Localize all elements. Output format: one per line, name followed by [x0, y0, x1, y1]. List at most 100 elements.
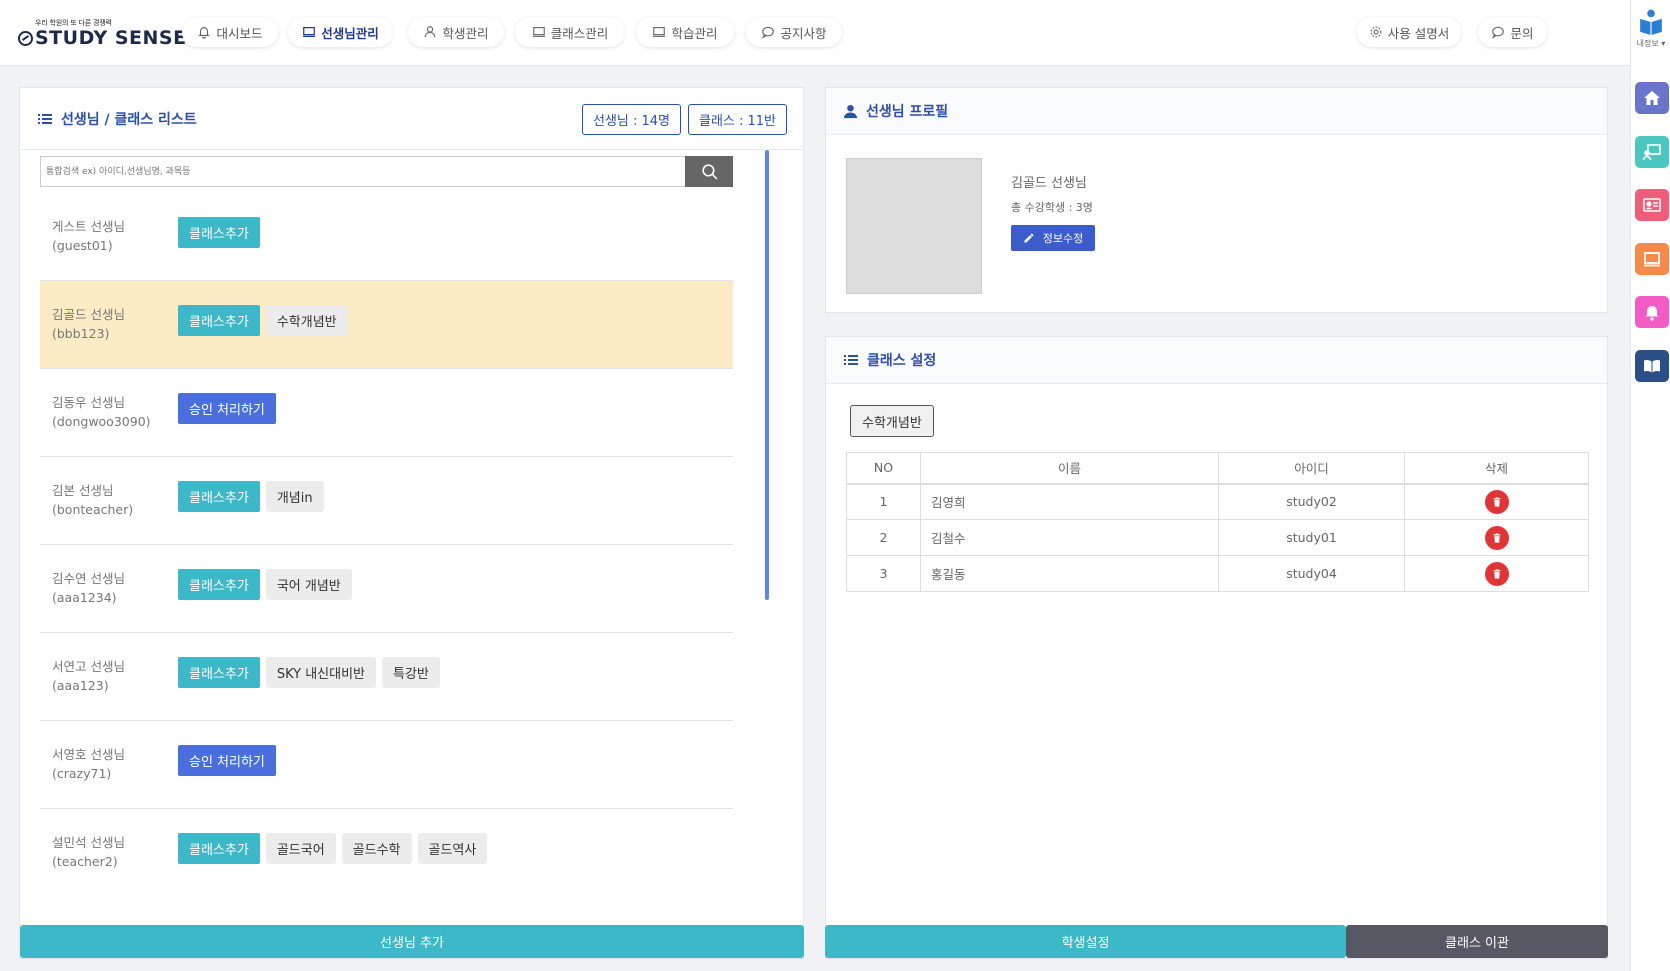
add-teacher-button[interactable]: 선생님 추가 — [20, 925, 804, 958]
search-button[interactable] — [685, 156, 733, 187]
teacher-row[interactable]: 게스트 선생님 (guest01) 클래스추가 — [40, 193, 733, 281]
manual-button[interactable]: 사용 설명서 — [1357, 17, 1461, 47]
class-chip[interactable]: 개념in — [265, 481, 324, 512]
teacher-id: (bonteacher) — [52, 502, 134, 517]
teacher-list-panel: 선생님 / 클래스 리스트 선생님 : 14명 클래스 : 11반 게스트 선생… — [19, 87, 804, 959]
teacher-name: 김본 선생님 — [52, 483, 114, 498]
nav-dashboard[interactable]: 대시보드 — [182, 17, 278, 47]
table-row: 2 김철수 study01 — [846, 519, 1589, 556]
teacher-name: 게스트 선생님 — [52, 219, 125, 234]
class-count-badge[interactable]: 클래스 : 11반 — [688, 104, 787, 135]
monitor-icon — [303, 27, 316, 37]
bell-icon — [198, 27, 211, 39]
add-class-button[interactable]: 클래스추가 — [178, 481, 260, 512]
teacher-row[interactable]: 김본 선생님 (bonteacher) 클래스추가 개념in — [40, 457, 733, 545]
teacher-row[interactable]: 김수연 선생님 (aaa1234) 클래스추가 국어 개념반 — [40, 545, 733, 633]
row-name: 홍길동 — [920, 555, 1219, 592]
quick-home-button[interactable] — [1635, 82, 1669, 114]
class-chip[interactable]: 국어 개념반 — [265, 569, 352, 600]
quick-class-button[interactable] — [1635, 243, 1669, 275]
id-card-icon — [1643, 198, 1661, 212]
row-name: 김영희 — [920, 483, 1219, 520]
teacher-row[interactable]: 설민석 선생님 (teacher2) 클래스추가 골드국어 골드수학 골드역사 — [40, 809, 733, 869]
teacher-board-icon — [1642, 144, 1661, 161]
teacher-profile-panel: 선생님 프로필 김골드 선생님 총 수강학생 : 3명 정보수정 — [825, 87, 1608, 313]
nav-class-management[interactable]: 클래스관리 — [515, 17, 625, 47]
logo-mark-icon — [18, 30, 33, 46]
edit-info-button[interactable]: 정보수정 — [1011, 225, 1095, 251]
brand-name: STUDY SENSE — [35, 27, 187, 49]
col-no: NO — [846, 452, 921, 485]
nav-notices[interactable]: 공지사항 — [746, 17, 842, 47]
class-chip[interactable]: 골드역사 — [417, 833, 488, 864]
screen-icon — [1644, 252, 1660, 267]
col-delete: 삭제 — [1404, 452, 1589, 485]
quick-student-button[interactable] — [1635, 189, 1669, 221]
teacher-row[interactable]: 서영호 선생님 (crazy71) 승인 처리하기 — [40, 721, 733, 809]
teacher-name: 설민석 선생님 — [52, 835, 125, 850]
class-chip[interactable]: SKY 내신대비반 — [265, 657, 376, 688]
approve-button[interactable]: 승인 처리하기 — [178, 393, 276, 424]
table-row: 3 홍길동 study04 — [846, 555, 1589, 592]
list-scrollbar[interactable] — [765, 150, 769, 600]
add-class-button[interactable]: 클래스추가 — [178, 217, 260, 248]
logo[interactable]: 우리 학원의 또 다른 경쟁력 STUDY SENSE — [18, 18, 187, 48]
teacher-name: 서연고 선생님 — [52, 659, 125, 674]
teacher-count-badge[interactable]: 선생님 : 14명 — [582, 104, 681, 135]
quick-learning-button[interactable] — [1635, 350, 1669, 382]
teacher-name-block: 김골드 선생님 (bbb123) — [52, 305, 125, 343]
nav-class-management-label: 클래스관리 — [550, 25, 609, 41]
quick-teacher-button[interactable] — [1635, 136, 1669, 168]
my-info-label: 내정보 — [1636, 39, 1659, 48]
manual-button-label: 사용 설명서 — [1387, 25, 1450, 41]
add-class-button[interactable]: 클래스추가 — [178, 833, 260, 864]
teacher-row[interactable]: 서연고 선생님 (aaa123) 클래스추가 SKY 내신대비반 특강반 — [40, 633, 733, 721]
nav-learning-management[interactable]: 학습관리 — [636, 17, 734, 47]
delete-student-button[interactable] — [1484, 525, 1509, 550]
teacher-row[interactable]: 김동우 선생님 (dongwoo3090) 승인 처리하기 — [40, 369, 733, 457]
nav-notices-label: 공지사항 — [780, 25, 827, 41]
row-id: study02 — [1218, 483, 1405, 520]
teacher-name: 서영호 선생님 — [52, 747, 125, 762]
teacher-row-selected[interactable]: 김골드 선생님 (bbb123) 클래스추가 수학개념반 — [40, 281, 733, 369]
search-input[interactable] — [41, 157, 681, 186]
class-chip[interactable]: 골드수학 — [341, 833, 412, 864]
row-delete-cell — [1404, 519, 1589, 556]
trash-icon — [1493, 568, 1500, 579]
delete-student-button[interactable] — [1484, 489, 1509, 514]
top-header: 우리 학원의 또 다른 경쟁력 STUDY SENSE 대시보드 선생님관리 학… — [0, 0, 1630, 66]
nav-dashboard-label: 대시보드 — [216, 25, 263, 41]
nav-teacher-management-label: 선생님관리 — [321, 25, 379, 41]
add-class-button[interactable]: 클래스추가 — [178, 305, 260, 336]
nav-learning-management-label: 학습관리 — [671, 25, 718, 41]
home-icon — [1644, 91, 1660, 105]
user-icon — [843, 104, 858, 118]
right-sidebar: 내정보 ▾ — [1630, 0, 1670, 971]
class-settings-title: 클래스 설정 — [867, 353, 937, 369]
nav-student-management-label: 학생관리 — [442, 25, 489, 41]
nav-student-management[interactable]: 학생관리 — [408, 17, 504, 47]
nav-teacher-management[interactable]: 선생님관리 — [288, 17, 393, 47]
trash-icon — [1493, 497, 1500, 507]
teacher-name-block: 서연고 선생님 (aaa123) — [52, 657, 125, 695]
class-transfer-button[interactable]: 클래스 이관 — [1346, 925, 1608, 958]
class-chip[interactable]: 수학개념반 — [265, 305, 348, 336]
selected-class-chip[interactable]: 수학개념반 — [850, 405, 934, 437]
teacher-id: (aaa1234) — [52, 590, 117, 605]
class-chip[interactable]: 특강반 — [382, 657, 440, 688]
profile-photo — [846, 158, 982, 294]
teacher-id: (bbb123) — [52, 326, 110, 341]
book-icon — [1644, 359, 1660, 373]
class-chip[interactable]: 골드국어 — [265, 833, 336, 864]
teacher-id: (dongwoo3090) — [52, 414, 151, 429]
approve-button[interactable]: 승인 처리하기 — [178, 745, 276, 776]
inquiry-button[interactable]: 문의 — [1478, 17, 1547, 47]
class-settings-header: 클래스 설정 — [826, 337, 1607, 384]
student-settings-button[interactable]: 학생설정 — [825, 925, 1346, 958]
teacher-id: (aaa123) — [52, 678, 109, 693]
delete-student-button[interactable] — [1484, 561, 1509, 586]
add-class-button[interactable]: 클래스추가 — [178, 657, 260, 688]
quick-notice-button[interactable] — [1635, 296, 1669, 328]
add-class-button[interactable]: 클래스추가 — [178, 569, 260, 600]
my-info-button[interactable]: 내정보 ▾ — [1631, 6, 1670, 49]
